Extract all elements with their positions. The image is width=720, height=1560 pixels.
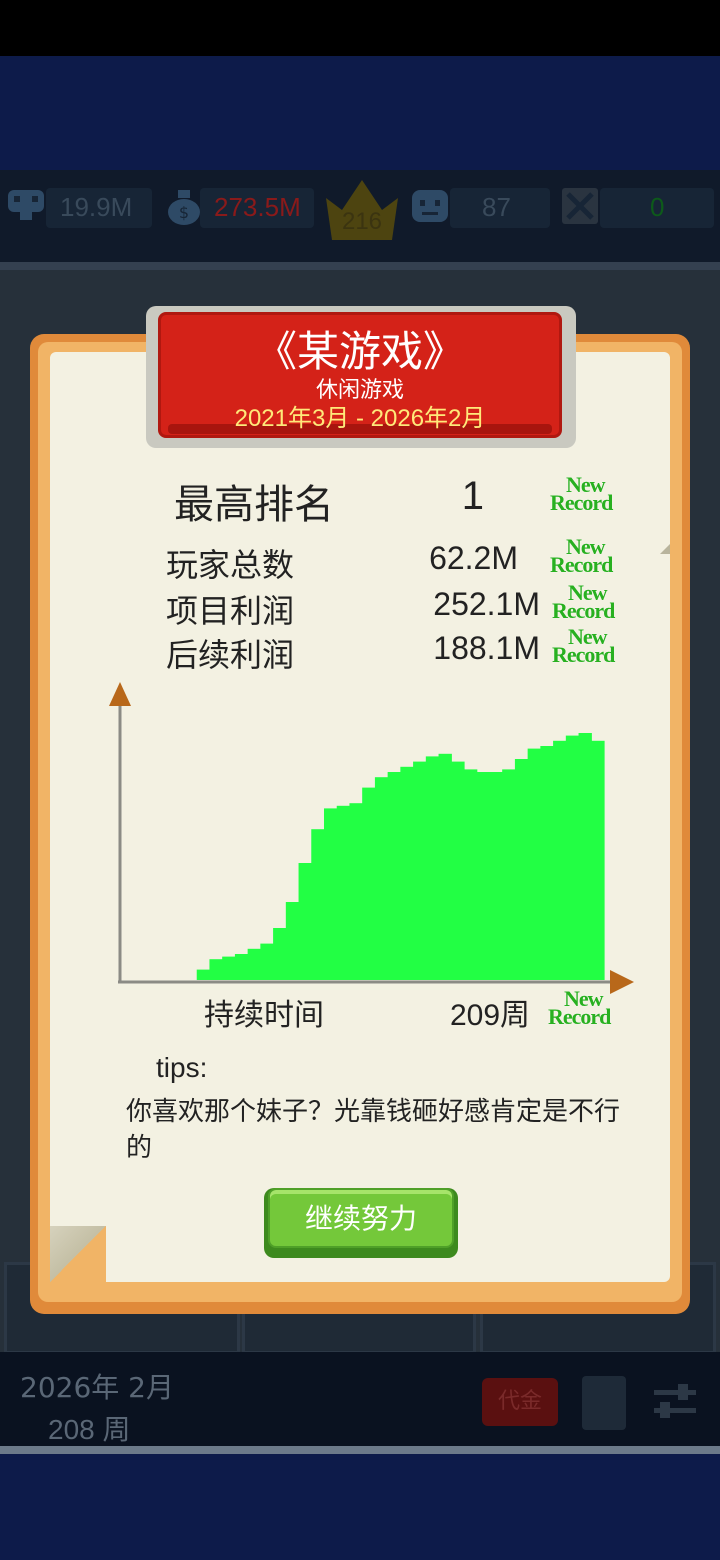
new-record-badge: New Record	[552, 580, 615, 623]
bottom-banner-area	[0, 1454, 720, 1560]
voucher-button-label: 代金	[497, 1389, 542, 1414]
followup-profit-value: 188.1M	[433, 630, 540, 666]
crossed-box-icon	[562, 188, 598, 224]
chart-area-step	[298, 863, 312, 980]
project-profit-label: 项目利润	[166, 592, 295, 630]
fans-icon	[8, 190, 44, 220]
chart-area-step	[336, 805, 351, 980]
new-record-badge: New Record	[548, 986, 611, 1029]
chart-area-step	[387, 772, 401, 980]
chart-area-step	[196, 969, 211, 980]
new-record-badge: New Record	[550, 472, 613, 515]
chart-area-step	[260, 943, 274, 980]
continue-button-label: 继续努力	[304, 1202, 417, 1235]
continue-button[interactable]: 继续努力	[268, 1188, 454, 1248]
chart-area-step	[565, 735, 580, 980]
game-period: 2021年3月 - 2026年2月	[234, 405, 486, 432]
chart-area-step	[476, 772, 491, 980]
other-value: 0	[650, 192, 665, 222]
chart-area-step	[553, 740, 567, 980]
book-icon[interactable]	[582, 1376, 626, 1430]
y-axis-arrow	[109, 682, 131, 706]
chart-area-step	[540, 746, 554, 980]
project-profit-value: 252.1M	[433, 586, 540, 622]
chart-area-step	[222, 956, 236, 980]
chart-area-step	[209, 959, 223, 980]
chart-area-step	[591, 740, 605, 980]
page-curl-corner	[50, 1226, 106, 1282]
total-players-value: 62.2M	[429, 540, 518, 576]
rank-value: 216	[341, 208, 383, 235]
current-week: 208 周	[48, 1414, 131, 1445]
x-axis-label: 持续时间	[204, 998, 324, 1033]
money-bag-icon: $	[168, 190, 200, 225]
chart-area-series	[196, 733, 605, 980]
chart-area-step	[514, 759, 529, 980]
chart-area-step	[349, 803, 363, 980]
chart-area-step	[578, 733, 592, 980]
system-status-bar	[0, 0, 720, 56]
player-trend-chart	[109, 682, 634, 994]
chart-area-step	[234, 954, 249, 980]
chart-area-step	[247, 948, 261, 980]
chart-area-step	[438, 753, 452, 980]
voucher-button[interactable]: 代金	[482, 1378, 558, 1426]
top-banner-area	[0, 56, 720, 170]
chart-area-step	[285, 902, 300, 980]
chart-area-step	[464, 769, 478, 980]
staff-face-icon	[412, 190, 448, 222]
duration-value: 209周	[450, 999, 531, 1032]
best-rank-label: 最高排名	[174, 482, 334, 528]
new-record-badge: New Record	[550, 534, 613, 577]
chart-area-step	[311, 829, 325, 980]
chart-area-step	[273, 928, 287, 980]
chart-area-step	[362, 787, 376, 980]
settings-sliders-icon[interactable]	[650, 1380, 700, 1424]
chart-area-step	[413, 761, 427, 980]
new-record-badge: New Record	[552, 624, 615, 667]
chart-area-step	[374, 777, 389, 980]
chart-area-step	[324, 808, 338, 980]
chart-area-step	[489, 772, 503, 980]
divider-bar	[0, 1446, 720, 1454]
fans-value: 19.9M	[60, 192, 133, 222]
best-rank-value: 1	[461, 474, 484, 518]
tips-header: tips:	[156, 1052, 208, 1083]
svg-text:$: $	[179, 203, 189, 222]
tips-text: 你喜欢那个妹子？光靠钱砸好感肯定是不行的	[126, 1097, 621, 1163]
chart-area-step	[502, 769, 516, 980]
followup-profit-label: 后续利润	[166, 636, 295, 674]
chart-area-step	[451, 761, 465, 980]
game-title: 《某游戏》	[254, 327, 465, 376]
money-value: 273.5M	[214, 192, 301, 222]
staff-value: 87	[482, 192, 511, 222]
chart-area-step	[527, 748, 541, 980]
chart-area-step	[400, 766, 414, 980]
chart-area-step	[425, 756, 440, 980]
total-players-label: 玩家总数	[166, 546, 295, 584]
